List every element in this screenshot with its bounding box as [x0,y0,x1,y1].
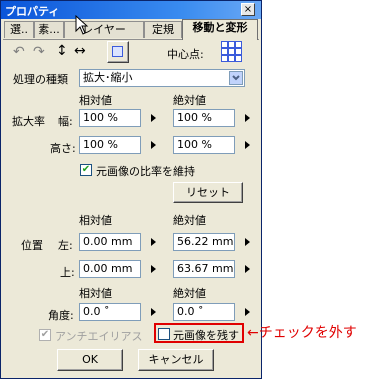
top-relative-input[interactable]: 0.00 mm [79,260,141,278]
center-point-grid[interactable] [221,41,242,62]
tab-ruler[interactable]: 定規 [144,21,182,38]
height-absolute-arrow-icon[interactable] [245,141,250,149]
angle-absolute-arrow-icon[interactable] [245,308,250,316]
process-type-value: 拡大･縮小 [83,71,133,84]
position-absolute-header: 絶対値 [173,214,206,227]
scale-absolute-header: 絶対値 [173,94,206,107]
width-relative-arrow-icon[interactable] [151,114,156,122]
properties-window: プロパティ × 選.. 素... レイヤー 定規 移動と変形 ↶ ↷ ↕ ↔ 中… [0,0,262,379]
close-button[interactable]: × [241,3,255,16]
height-absolute-input[interactable]: 100 % [173,136,235,154]
keep-ratio-label: 元画像の比率を維持 [96,165,195,178]
angle-relative-input[interactable]: 0.0 ˚ [79,303,141,321]
top-absolute-input[interactable]: 63.67 mm [173,260,235,278]
width-label: 幅: [58,115,73,128]
keep-ratio-checkbox[interactable]: ✔ [80,164,92,176]
width-absolute-arrow-icon[interactable] [245,114,250,122]
cancel-button[interactable]: キャンセル [138,349,214,371]
undo-icon[interactable]: ↶ [13,45,25,59]
position-label: 位置 [21,239,43,252]
height-relative-input[interactable]: 100 % [79,136,141,154]
top-absolute-arrow-icon[interactable] [245,265,250,273]
width-absolute-input[interactable]: 100 % [173,109,235,127]
width-relative-input[interactable]: 100 % [79,109,141,127]
flip-vertical-icon[interactable]: ↕ [56,44,68,58]
scale-relative-header: 相対値 [79,94,112,107]
position-relative-header: 相対値 [79,214,112,227]
antialias-label: アンチエイリアス [55,330,143,343]
tab-move-transform[interactable]: 移動と変形 [182,19,258,40]
cursor-icon [75,15,89,35]
reset-button[interactable]: リセット [173,182,243,203]
center-point-label: 中心点: [167,48,204,61]
chevron-down-icon[interactable] [229,71,243,85]
left-relative-arrow-icon[interactable] [151,238,156,246]
left-relative-input[interactable]: 0.00 mm [79,233,141,251]
keep-original-checkbox[interactable] [158,328,170,340]
annotation-text: ←チェックを外す [247,325,357,341]
height-relative-arrow-icon[interactable] [151,141,156,149]
left-absolute-arrow-icon[interactable] [245,238,250,246]
fit-frame-button[interactable] [107,41,129,63]
redo-icon[interactable]: ↷ [33,45,45,59]
title-bar[interactable]: プロパティ × [1,1,261,19]
top-relative-arrow-icon[interactable] [151,265,156,273]
ok-button[interactable]: OK [57,349,123,371]
fit-frame-icon [112,46,123,57]
angle-label: 角度: [48,309,74,322]
angle-absolute-input[interactable]: 0.0 ˚ [173,303,235,321]
angle-relative-arrow-icon[interactable] [151,308,156,316]
height-label: 高さ: [50,142,76,155]
process-type-select[interactable]: 拡大･縮小 [79,69,245,87]
process-type-label: 処理の種類 [13,73,68,86]
flip-horizontal-icon[interactable]: ↔ [74,44,86,58]
top-label: 上: [60,266,75,279]
scale-label: 拡大率 [12,115,45,128]
window-title: プロパティ [5,5,60,18]
keep-original-label: 元画像を残す [173,329,239,342]
left-label: 左: [58,239,73,252]
antialias-checkbox[interactable]: ✔ [39,329,51,341]
tab-select[interactable]: 選.. [4,21,34,38]
tab-material[interactable]: 素... [34,21,64,38]
angle-absolute-header: 絶対値 [173,287,206,300]
angle-relative-header: 相対値 [79,287,112,300]
left-absolute-input[interactable]: 56.22 mm [173,233,235,251]
